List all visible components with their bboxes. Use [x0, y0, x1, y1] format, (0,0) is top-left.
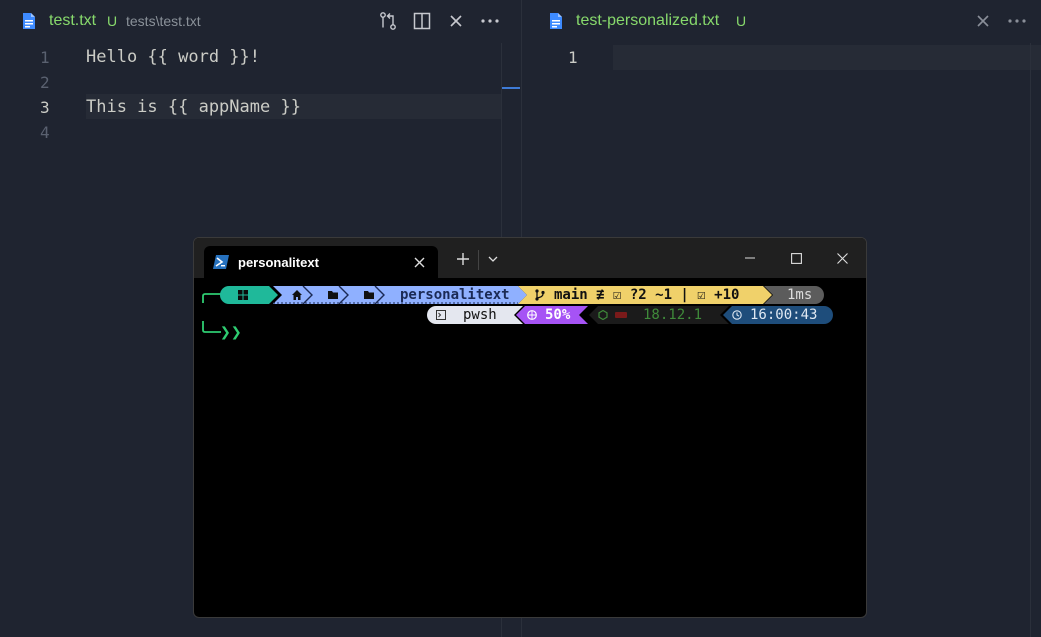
- powershell-icon: [213, 255, 229, 269]
- maximize-button[interactable]: [773, 242, 819, 274]
- close-tab-button[interactable]: [444, 9, 468, 33]
- node-icon: [598, 310, 608, 320]
- file-icon: [550, 13, 562, 29]
- right-scrollbar[interactable]: [1030, 43, 1031, 637]
- os-segment: [220, 286, 278, 304]
- battery-level: 50%: [545, 307, 571, 323]
- untracked-badge: U: [736, 13, 747, 29]
- plus-icon: [457, 253, 469, 265]
- cursor-overview-marker: [502, 87, 520, 89]
- tab-dropdown-button[interactable]: [479, 246, 507, 272]
- line-number: 4: [40, 123, 50, 142]
- maximize-icon: [790, 252, 802, 264]
- line-number: 2: [40, 73, 50, 92]
- exec-time: 1ms: [787, 287, 813, 303]
- more-actions-button[interactable]: [1005, 9, 1029, 33]
- code-line: 2: [0, 70, 521, 95]
- terminal-window: personalitext personalitext main ≢ ☑ ?2 …: [193, 237, 867, 618]
- prompt-caret: ❯❯: [220, 322, 242, 343]
- right-tab-bar: test-personalized.txt U: [522, 0, 1041, 43]
- home-icon: [292, 290, 302, 300]
- file-icon: [23, 13, 35, 29]
- open-changes-icon: [380, 12, 396, 30]
- line-number: 1: [568, 48, 578, 67]
- code-line: 3 This is {{ appName }}: [0, 95, 521, 120]
- split-editor-icon: [413, 12, 431, 30]
- more-actions-icon: [1008, 19, 1026, 23]
- clock-time: 16:00:43: [750, 307, 818, 323]
- close-window-button[interactable]: [819, 242, 865, 274]
- battery-icon: [527, 310, 537, 320]
- close-tab-button[interactable]: [971, 9, 995, 33]
- left-tab-bar: test.txt U tests\test.txt: [0, 0, 521, 43]
- code-line: 1 Hello {{ word }}!: [0, 45, 521, 70]
- shell-name: pwsh: [463, 307, 497, 323]
- code-line: 4: [0, 120, 521, 145]
- folder-icon: [328, 291, 338, 299]
- line-text: This is {{ appName }}: [86, 97, 301, 117]
- terminal-output[interactable]: personalitext main ≢ ☑ ?2 ~1 | ☑ +10 1ms…: [194, 278, 866, 617]
- more-actions-button[interactable]: [478, 9, 502, 33]
- line-number: 1: [40, 48, 50, 67]
- minimize-button[interactable]: [727, 242, 773, 274]
- terminal-icon: [436, 310, 446, 320]
- prompt-folder-name: personalitext: [400, 287, 510, 303]
- split-editor-button[interactable]: [410, 9, 434, 33]
- untracked-badge: U: [107, 13, 118, 29]
- close-terminal-tab-button[interactable]: [408, 251, 430, 273]
- terminal-title-bar[interactable]: personalitext: [194, 238, 866, 278]
- chevron-down-icon: [488, 256, 498, 262]
- terminal-tab-title: personalitext: [238, 255, 319, 270]
- terminal-tab[interactable]: personalitext: [204, 246, 438, 278]
- clock-icon: [732, 310, 742, 320]
- new-tab-button[interactable]: [449, 246, 477, 272]
- open-changes-button[interactable]: [376, 9, 400, 33]
- folder-icon: [364, 291, 374, 299]
- close-icon: [836, 252, 848, 264]
- minimize-icon: [745, 257, 755, 259]
- node-version: 18.12.1: [643, 307, 703, 323]
- tab-filename[interactable]: test.txt: [49, 12, 96, 30]
- branch-icon: [535, 289, 545, 301]
- code-line: 1: [522, 45, 1041, 70]
- close-icon: [977, 15, 989, 27]
- git-status: main ≢ ☑ ?2 ~1 | ☑ +10: [554, 287, 740, 303]
- tab-filename[interactable]: test-personalized.txt: [576, 12, 719, 30]
- line-number: 3: [40, 98, 50, 117]
- line-text: Hello {{ word }}!: [86, 47, 260, 67]
- npm-icon: [615, 312, 627, 318]
- more-actions-icon: [481, 19, 499, 23]
- tab-file-path: tests\test.txt: [126, 13, 201, 29]
- windows-icon: [238, 290, 248, 300]
- close-icon: [450, 15, 462, 27]
- close-icon: [414, 257, 424, 267]
